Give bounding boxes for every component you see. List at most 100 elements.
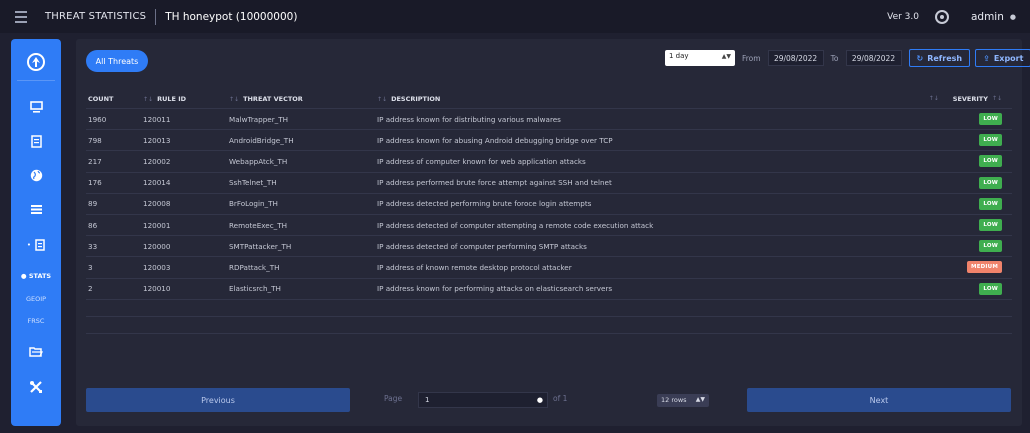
export-label: Export (993, 53, 1024, 63)
settings-gear-icon[interactable] (934, 9, 949, 24)
col-vector-label: THREAT VECTOR (243, 95, 303, 103)
period-value: 1 day (669, 52, 689, 60)
col-description-label: DESCRIPTION (391, 95, 441, 103)
top-bar: THREAT STATISTICS TH honeypot (10000000)… (0, 0, 1030, 33)
col-count-header[interactable]: COUNT (86, 95, 143, 103)
cell-vector: RemoteExec_TH (229, 220, 288, 230)
severity-badge: LOW (979, 113, 1002, 126)
col-severity-header[interactable]: ↑↓ SEVERITY ↑↓ (929, 95, 1012, 103)
page-input[interactable]: 1 ● (418, 392, 548, 408)
cell-rule-id: 120013 (143, 135, 171, 145)
threat-table-body: 1960 120011 MalwTrapper_TH IP address kn… (86, 108, 1012, 350)
col-description-header[interactable]: ↑↓ DESCRIPTION (377, 95, 960, 103)
table-row[interactable]: 89 120008 BrFoLogin_TH IP address detect… (86, 192, 1012, 214)
sort-icon: ↑↓ (991, 95, 1002, 102)
rows-per-page-select[interactable]: 12 rows ▲▼ (657, 394, 709, 407)
from-date-field[interactable]: 29/08/2022 (767, 50, 824, 66)
cell-rule-id: 120014 (143, 178, 171, 188)
from-label: From (742, 53, 761, 63)
report-icon[interactable]: • (11, 235, 61, 255)
cell-vector: Elasticsrch_TH (229, 284, 281, 294)
sidebar: • ● STATS GEOIP FRSC (11, 39, 61, 426)
monitor-icon[interactable] (11, 97, 61, 117)
cell-rule-id: 120010 (143, 284, 171, 294)
table-row[interactable]: 2 120010 Elasticsrch_TH IP address known… (86, 277, 1012, 299)
cell-description: IP address detected of computer performi… (377, 241, 587, 251)
sidebar-item-geoip[interactable]: GEOIP (11, 295, 61, 303)
col-rule-header[interactable]: ↑↓ RULE ID (143, 95, 229, 103)
to-label: To (830, 53, 839, 63)
col-vector-header[interactable]: ↑↓ THREAT VECTOR (229, 95, 377, 103)
cell-count: 89 (88, 199, 98, 209)
sort-icon: ↑↓ (143, 96, 154, 103)
refresh-label: Refresh (927, 53, 963, 63)
export-button[interactable]: ⇪ Export (975, 49, 1030, 67)
cell-count: 86 (88, 220, 98, 230)
all-threats-button[interactable]: All Threats (86, 50, 148, 72)
table-row[interactable]: 798 120013 AndroidBridge_TH IP address k… (86, 129, 1012, 150)
cell-rule-id: 120001 (143, 220, 171, 230)
sidebar-item-stats[interactable]: ● STATS (11, 272, 61, 280)
filter-toolbar: 1 day ▲▼ From 29/08/2022 To 29/08/2022 ↻… (665, 49, 1030, 67)
cell-description: IP address known for abusing Android deb… (377, 135, 613, 145)
table-row[interactable]: 176 120014 SshTelnet_TH IP address perfo… (86, 171, 1012, 193)
period-select[interactable]: 1 day ▲▼ (665, 50, 735, 66)
list-icon[interactable] (11, 199, 61, 219)
cell-description: IP address known for performing attacks … (377, 284, 613, 294)
cell-rule-id: 120008 (143, 199, 171, 209)
cell-description: IP address known for distributing variou… (377, 114, 561, 124)
table-row[interactable]: 33 120000 SMTPattacker_TH IP address det… (86, 235, 1012, 256)
cell-description: IP address performed brute force attempt… (377, 178, 612, 188)
page-total-label: of 1 (553, 394, 568, 403)
cell-vector: WebappAtck_TH (229, 156, 288, 166)
table-row[interactable]: 1960 120011 MalwTrapper_TH IP address kn… (86, 108, 1012, 129)
period-caret-icon: ▲▼ (721, 53, 731, 60)
logo-icon[interactable] (11, 49, 61, 75)
cell-vector: RDPattack_TH (229, 262, 280, 272)
col-severity-label: SEVERITY (952, 95, 988, 103)
cell-rule-id: 120003 (143, 262, 171, 272)
severity-badge: MEDIUM (967, 261, 1002, 274)
refresh-icon: ↻ (916, 53, 924, 63)
to-date-field[interactable]: 29/08/2022 (845, 50, 902, 66)
cell-vector: BrFoLogin_TH (229, 199, 278, 209)
next-button[interactable]: Next (747, 388, 1011, 412)
severity-badge: LOW (979, 176, 1002, 189)
cell-description: IP address of computer known for web app… (377, 156, 586, 166)
table-row[interactable]: 217 120002 WebappAtck_TH IP address of c… (86, 150, 1012, 171)
top-right-area: Ver 3.0 admin ● (887, 9, 1016, 24)
cell-count: 176 (88, 178, 102, 188)
folder-icon[interactable] (11, 341, 61, 361)
table-row[interactable]: 3 120003 RDPattack_TH IP address of know… (86, 256, 1012, 277)
cell-count: 1960 (88, 114, 107, 124)
cell-vector: SshTelnet_TH (229, 178, 277, 188)
globe-icon[interactable] (11, 165, 61, 185)
previous-button[interactable]: Previous (86, 388, 350, 412)
cell-rule-id: 120011 (143, 114, 171, 124)
main-panel: All Threats 1 day ▲▼ From 29/08/2022 To … (76, 39, 1030, 426)
table-row[interactable]: 86 120001 RemoteExec_TH IP address detec… (86, 213, 1012, 235)
sidebar-item-frsc[interactable]: FRSC (11, 317, 61, 325)
col-rule-label: RULE ID (157, 95, 187, 103)
refresh-button[interactable]: ↻ Refresh (908, 49, 971, 67)
page-spinner-icon[interactable]: ● (537, 396, 543, 404)
table-header: COUNT ↑↓ RULE ID ↑↓ THREAT VECTOR ↑↓ DESCRI… (86, 93, 1012, 105)
sort-icon: ↑↓ (928, 95, 939, 102)
page-value: 1 (425, 396, 430, 404)
active-dot-icon: • (26, 241, 32, 249)
document-icon[interactable] (11, 131, 61, 151)
empty-row (86, 315, 1012, 333)
col-count-label: COUNT (88, 95, 114, 103)
user-menu[interactable]: admin (971, 11, 1004, 23)
cell-vector: AndroidBridge_TH (229, 135, 294, 145)
severity-badge: LOW (979, 197, 1002, 210)
cell-count: 33 (88, 241, 98, 251)
tools-icon[interactable] (11, 377, 61, 397)
rows-per-page-value: 12 rows (661, 396, 687, 404)
honeypot-name: TH honeypot (10000000) (165, 10, 298, 23)
menu-list-icon[interactable] (11, 10, 27, 23)
user-menu-caret-icon[interactable]: ● (1010, 13, 1016, 21)
sort-icon: ↑↓ (229, 96, 240, 103)
severity-badge: LOW (979, 134, 1002, 147)
cell-rule-id: 120000 (143, 241, 171, 251)
